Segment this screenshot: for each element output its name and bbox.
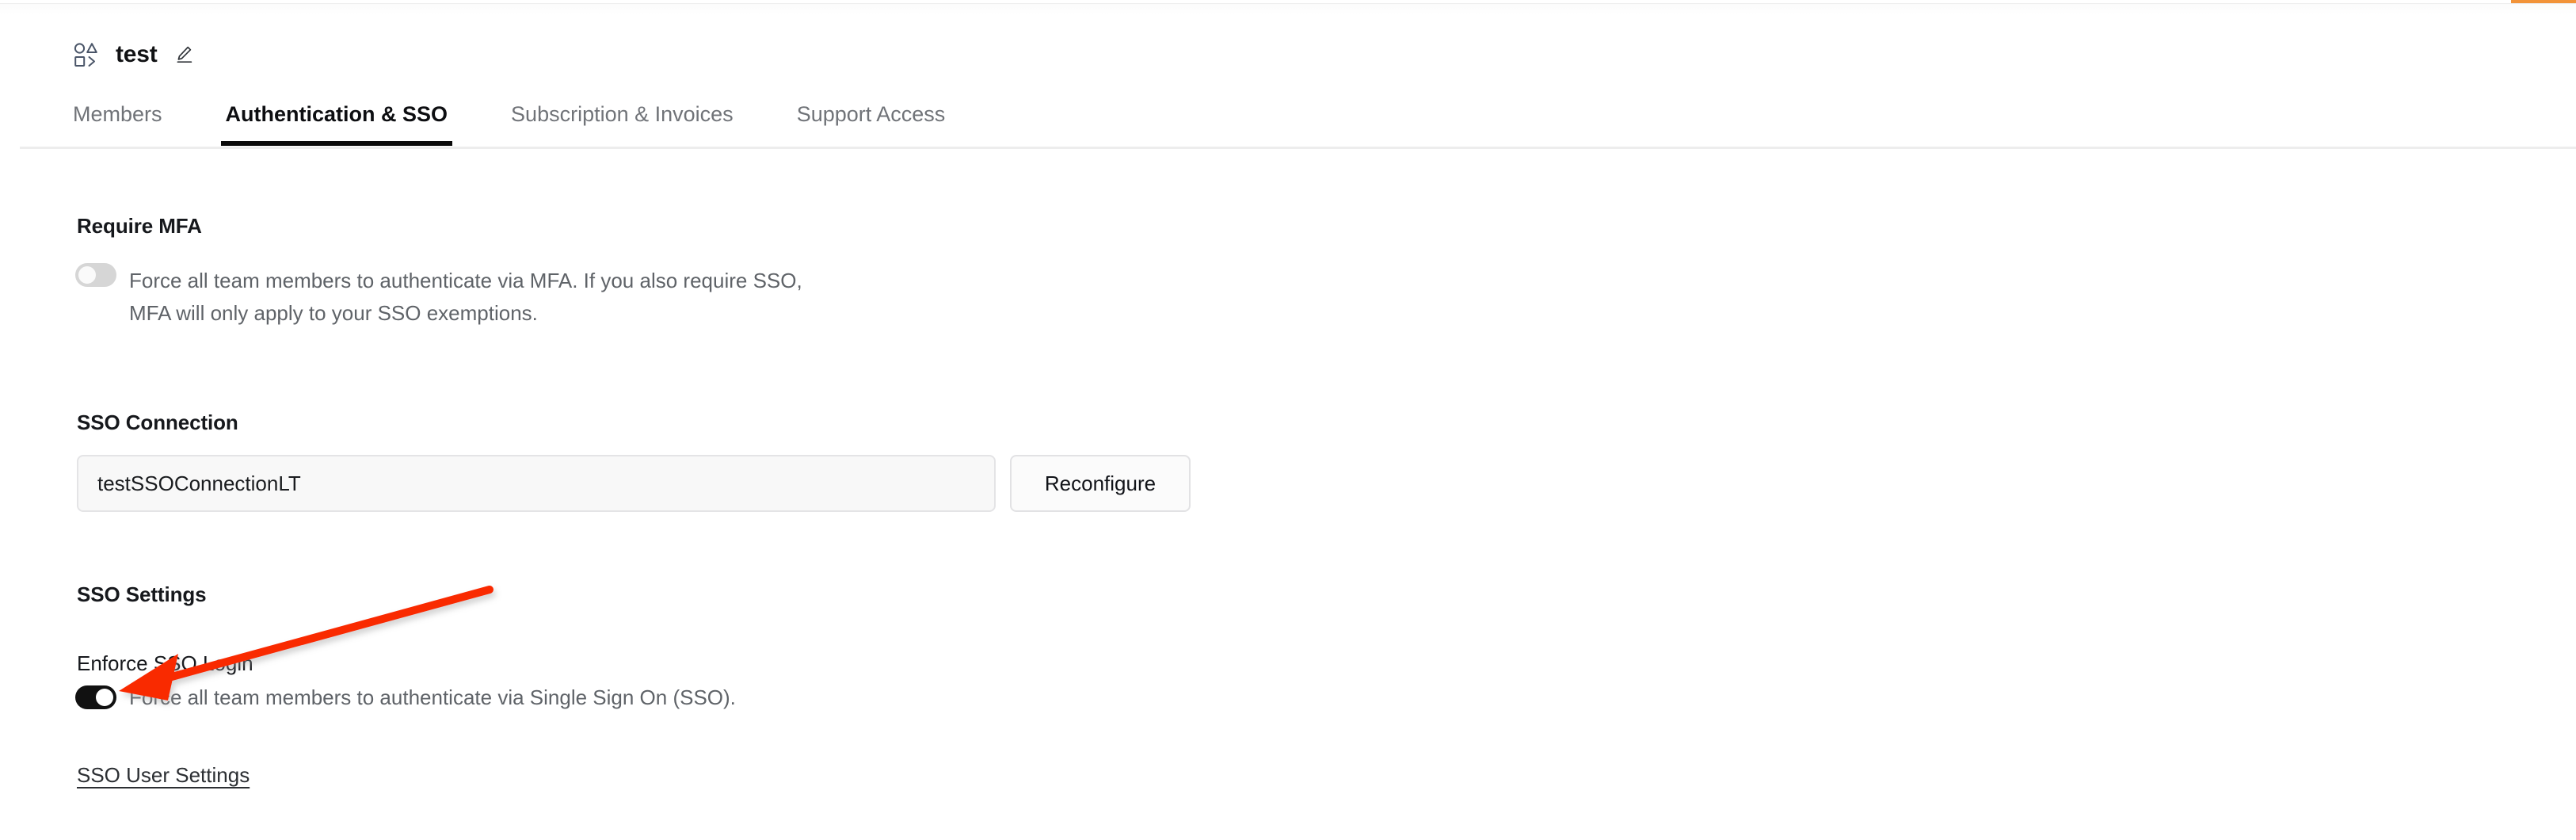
enforce-sso-login-description: Force all team members to authenticate v…: [129, 685, 736, 709]
app-root: test Members Authentication & SSO Subscr…: [0, 0, 2576, 840]
sso-connection-heading: SSO Connection: [77, 410, 238, 434]
require-mfa-heading: Require MFA: [77, 214, 202, 238]
enforce-sso-login-toggle-knob: [96, 689, 113, 706]
sso-user-settings-link[interactable]: SSO User Settings: [77, 763, 250, 787]
require-mfa-toggle[interactable]: [75, 263, 116, 287]
reconfigure-button[interactable]: Reconfigure: [1010, 455, 1191, 512]
sso-settings-heading: SSO Settings: [77, 582, 207, 606]
main-content: Require MFA Force all team members to au…: [0, 0, 2576, 840]
require-mfa-toggle-knob: [78, 266, 96, 284]
enforce-sso-login-label: Enforce SSO Login: [77, 651, 253, 675]
enforce-sso-login-toggle[interactable]: [75, 685, 116, 709]
sso-connection-input[interactable]: [77, 455, 996, 512]
require-mfa-description: Force all team members to authenticate v…: [129, 269, 802, 325]
